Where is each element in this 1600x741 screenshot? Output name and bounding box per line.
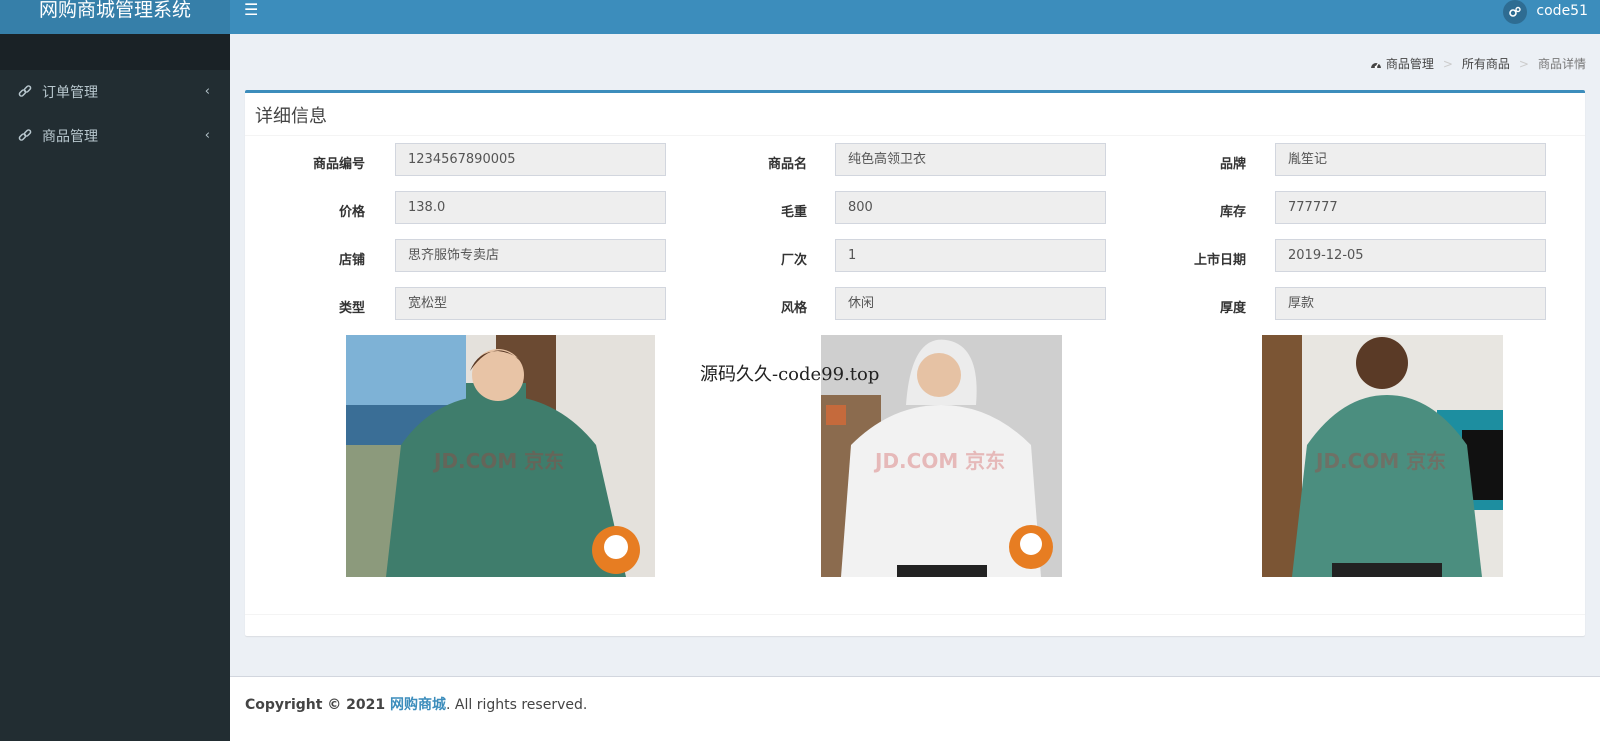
weight-label: 毛重 xyxy=(780,205,807,220)
sidebar-item-label: 订单管理 xyxy=(42,85,98,101)
app-logo[interactable]: 网购商城管理系统 xyxy=(0,0,230,34)
panel-footer xyxy=(245,614,1585,615)
watermark: JD.COM 京东 xyxy=(434,449,565,473)
stock-label: 库存 xyxy=(1219,205,1246,220)
sidebar: 订单管理 ‹ 商品管理 ‹ xyxy=(0,34,230,741)
watermark: JD.COM 京东 xyxy=(875,449,1006,473)
sidebar-item-products[interactable]: 商品管理 ‹ xyxy=(0,114,230,158)
thickness-field[interactable]: 厚款 xyxy=(1275,287,1546,320)
style-label: 风格 xyxy=(780,301,807,316)
gears-icon xyxy=(1503,0,1528,24)
sidebar-user-panel xyxy=(0,34,230,70)
content-area: 商品管理 > 所有商品 > 商品详情 详细信息 商品编号 12345678900… xyxy=(230,34,1600,741)
menu-toggle-icon[interactable]: ☰ xyxy=(244,2,258,18)
thickness-label: 厚度 xyxy=(1219,301,1246,316)
brand-field[interactable]: 胤笙记 xyxy=(1275,143,1546,176)
sidebar-item-label: 商品管理 xyxy=(42,129,98,145)
footer-link[interactable]: 网购商城 xyxy=(390,697,446,713)
detail-panel: 详细信息 商品编号 1234567890005 商品名 纯色高领卫衣 品牌 胤笙… xyxy=(245,90,1585,636)
footer: Copyright © 2021 网购商城. All rights reserv… xyxy=(230,676,1600,741)
type-field[interactable]: 宽松型 xyxy=(395,287,666,320)
dashboard-icon xyxy=(1370,59,1382,69)
link-icon xyxy=(18,129,32,143)
navbar: ☰ code51 xyxy=(230,0,1600,34)
style-field[interactable]: 休闲 xyxy=(835,287,1106,320)
weight-field[interactable]: 800 xyxy=(835,191,1106,224)
type-label: 类型 xyxy=(338,301,365,316)
release-date-label: 上市日期 xyxy=(1193,253,1246,268)
product-name-label: 商品名 xyxy=(767,157,807,172)
price-label: 价格 xyxy=(338,205,365,220)
watermark: JD.COM 京东 xyxy=(1316,449,1447,473)
user-name: code51 xyxy=(1536,3,1588,19)
chevron-left-icon: ‹ xyxy=(204,128,210,143)
panel-title: 详细信息 xyxy=(245,93,1585,136)
breadcrumb-link-all-products[interactable]: 所有商品 xyxy=(1462,55,1510,72)
factory-field[interactable]: 1 xyxy=(835,239,1106,272)
brand-label: 品牌 xyxy=(1219,157,1246,172)
price-field[interactable]: 138.0 xyxy=(395,191,666,224)
breadcrumb-current: 商品详情 xyxy=(1537,57,1586,71)
stock-field[interactable]: 777777 xyxy=(1275,191,1546,224)
breadcrumb-separator: > xyxy=(1442,56,1453,71)
product-name-field[interactable]: 纯色高领卫衣 xyxy=(835,143,1106,176)
chevron-left-icon: ‹ xyxy=(204,84,210,99)
user-menu[interactable]: code51 xyxy=(1503,0,1588,24)
shop-field[interactable]: 思齐服饰专卖店 xyxy=(395,239,666,272)
breadcrumb: 商品管理 > 所有商品 > 商品详情 xyxy=(1370,55,1586,72)
product-id-label: 商品编号 xyxy=(312,157,365,172)
top-bar: 网购商城管理系统 ☰ code51 xyxy=(0,0,1600,34)
copyright-text: Copyright © 2021 xyxy=(245,697,391,713)
app-title: 网购商城管理系统 xyxy=(38,0,191,21)
release-date-field[interactable]: 2019-12-05 xyxy=(1275,239,1546,272)
footer-suffix: . All rights reserved. xyxy=(446,697,588,713)
product-image-1[interactable]: JD.COM 京东 xyxy=(346,335,655,577)
source-watermark-text: 源码久久-code99.top xyxy=(700,364,880,385)
product-id-field[interactable]: 1234567890005 xyxy=(395,143,666,176)
breadcrumb-separator: > xyxy=(1518,56,1529,71)
breadcrumb-link-products[interactable]: 商品管理 xyxy=(1386,55,1434,72)
shop-label: 店铺 xyxy=(338,253,365,268)
product-image-3[interactable]: JD.COM 京东 xyxy=(1262,335,1503,577)
link-icon xyxy=(18,85,32,99)
factory-label: 厂次 xyxy=(780,253,807,268)
sidebar-item-orders[interactable]: 订单管理 ‹ xyxy=(0,70,230,114)
